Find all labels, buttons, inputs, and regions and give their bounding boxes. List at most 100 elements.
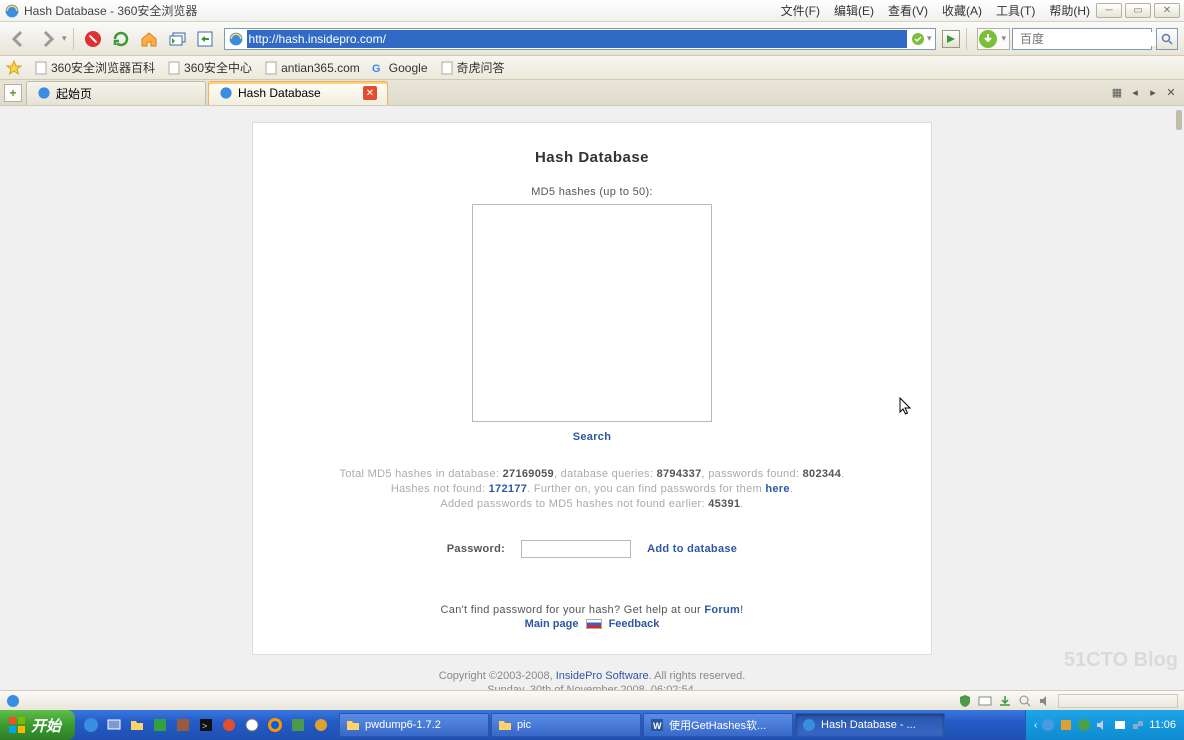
hashes-label: MD5 hashes (up to 50):	[273, 186, 911, 198]
hashes-textarea[interactable]	[472, 204, 712, 422]
here-link[interactable]: here	[765, 483, 789, 495]
page-heading: Hash Database	[273, 149, 911, 166]
tab-hash-database[interactable]: Hash Database ✕	[208, 81, 388, 105]
search-link[interactable]: Search	[573, 431, 612, 443]
status-spacer	[1058, 694, 1178, 708]
menu-bar: 文件(F) 编辑(E) 查看(V) 收藏(A) 工具(T) 帮助(H)	[781, 2, 1090, 19]
close-button[interactable]: ✕	[1154, 3, 1180, 18]
not-found-link[interactable]: 172177	[489, 483, 528, 495]
ql-app-icon[interactable]	[311, 715, 331, 735]
bookmark-item[interactable]: antian365.com	[264, 61, 360, 75]
refresh-button[interactable]	[108, 26, 134, 52]
tabs-prev-icon[interactable]: ◂	[1128, 86, 1142, 100]
ru-flag-icon	[586, 619, 602, 629]
search-input[interactable]	[1020, 32, 1175, 46]
menu-edit[interactable]: 编辑(E)	[834, 2, 874, 19]
favorites-star-icon[interactable]	[6, 60, 22, 76]
feedback-link[interactable]: Feedback	[609, 618, 660, 630]
address-input[interactable]	[247, 30, 907, 48]
ql-folder-icon[interactable]	[127, 715, 147, 735]
bookmark-item[interactable]: 奇虎问答	[440, 59, 505, 76]
ql-desktop-icon[interactable]	[104, 715, 124, 735]
tab-label: Hash Database	[238, 86, 358, 100]
ql-app-icon[interactable]	[173, 715, 193, 735]
status-ie-icon	[6, 694, 20, 708]
menu-favorites[interactable]: 收藏(A)	[942, 2, 982, 19]
status-download-icon[interactable]	[998, 694, 1012, 708]
svg-text:>: >	[202, 721, 207, 731]
bookmark-item[interactable]: 360安全中心	[167, 59, 252, 76]
svg-text:G: G	[372, 63, 381, 75]
address-bar[interactable]: ▾	[224, 28, 937, 50]
tray-network-icon[interactable]	[1131, 718, 1145, 732]
tabs-next-icon[interactable]: ▸	[1146, 86, 1160, 100]
menu-view[interactable]: 查看(V)	[888, 2, 928, 19]
status-zoom-icon[interactable]	[1018, 694, 1032, 708]
tabs-close-all-icon[interactable]: ✕	[1164, 86, 1178, 100]
main-page-link[interactable]: Main page	[525, 618, 579, 630]
clock[interactable]: 11:06	[1149, 719, 1176, 731]
address-dropdown-icon[interactable]: ▾	[927, 33, 932, 44]
tray-expand-icon[interactable]: ‹	[1034, 720, 1037, 731]
taskbar-task[interactable]: W使用GetHashes软...	[643, 713, 793, 737]
watermark: 51CTO Blog	[1064, 649, 1178, 672]
password-input[interactable]	[521, 540, 631, 558]
tray-icon[interactable]	[1113, 718, 1127, 732]
restore-button[interactable]	[164, 26, 190, 52]
dropdown-icon[interactable]: ▾	[62, 33, 67, 44]
address-ie-icon	[228, 31, 244, 47]
start-button[interactable]: 开始	[0, 710, 75, 740]
windows-logo-icon	[8, 716, 26, 734]
search-go-button[interactable]	[1156, 28, 1178, 50]
tab-close-icon[interactable]: ✕	[363, 86, 377, 100]
ql-app-icon[interactable]	[150, 715, 170, 735]
tray-icon[interactable]	[1041, 718, 1055, 732]
status-sound-icon[interactable]	[1038, 694, 1052, 708]
maximize-button[interactable]: ▭	[1125, 3, 1151, 18]
status-popup-icon[interactable]	[978, 694, 992, 708]
ql-ie-icon[interactable]	[81, 715, 101, 735]
password-label: Password:	[447, 543, 505, 555]
svg-text:W: W	[653, 721, 662, 731]
stats-block: Total MD5 hashes in database: 27169059, …	[273, 467, 911, 512]
ql-app-icon[interactable]	[219, 715, 239, 735]
safe-icon	[911, 32, 925, 46]
stop-button[interactable]	[80, 26, 106, 52]
page-viewport: Hash Database MD5 hashes (up to 50): Sea…	[0, 106, 1184, 706]
tab-home[interactable]: 起始页	[26, 81, 206, 105]
back-button[interactable]	[6, 26, 32, 52]
forum-link[interactable]: Forum	[704, 604, 740, 616]
tab-label: 起始页	[56, 85, 195, 102]
taskbar-task[interactable]: Hash Database - ...	[795, 713, 945, 737]
ql-cmd-icon[interactable]: >	[196, 715, 216, 735]
taskbar-task[interactable]: pic	[491, 713, 641, 737]
bookmark-item[interactable]: 360安全浏览器百科	[34, 59, 155, 76]
new-tab-button[interactable]: +	[4, 84, 22, 102]
undo-button[interactable]	[192, 26, 218, 52]
scrollbar-thumb[interactable]	[1176, 110, 1182, 130]
go-button[interactable]	[942, 30, 960, 48]
forward-button[interactable]	[34, 26, 60, 52]
tab-ie-icon	[37, 86, 51, 100]
menu-help[interactable]: 帮助(H)	[1049, 2, 1090, 19]
taskbar-task[interactable]: pwdump6-1.7.2	[339, 713, 489, 737]
insidepro-link[interactable]: InsidePro Software	[556, 670, 649, 682]
tab-ie-icon	[219, 86, 233, 100]
minimize-button[interactable]: ─	[1096, 3, 1122, 18]
window-title: Hash Database - 360安全浏览器	[24, 2, 781, 19]
tabs-grid-icon[interactable]: ▦	[1110, 86, 1124, 100]
tray-volume-icon[interactable]	[1095, 718, 1109, 732]
menu-file[interactable]: 文件(F)	[781, 2, 820, 19]
ql-app-icon[interactable]	[288, 715, 308, 735]
menu-tools[interactable]: 工具(T)	[996, 2, 1035, 19]
add-to-db-link[interactable]: Add to database	[647, 543, 737, 555]
tray-icon[interactable]	[1077, 718, 1091, 732]
bookmark-item[interactable]: GGoogle	[372, 61, 428, 75]
tray-icon[interactable]	[1059, 718, 1073, 732]
home-button[interactable]	[136, 26, 162, 52]
download-button[interactable]: ▾	[977, 28, 1010, 50]
ql-firefox-icon[interactable]	[265, 715, 285, 735]
status-shield-icon[interactable]	[958, 694, 972, 708]
ql-app-icon[interactable]	[242, 715, 262, 735]
app-ie-icon	[4, 3, 20, 19]
